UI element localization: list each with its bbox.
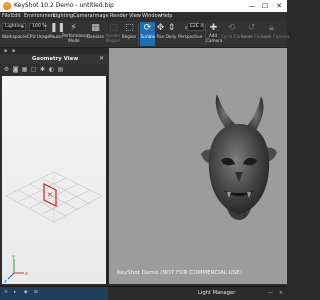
geometry-view-panel: ▪ ▪ Geometry View ✕ ⚙ ◙ ▦ ▢ ✱ ◐ ▤ ✕ x y … <box>0 48 108 286</box>
axis-gizmo: x y z <box>4 254 28 284</box>
z-axis-line <box>7 272 15 280</box>
lock-camera-icon: 🔒︎ <box>269 23 274 33</box>
dolly-label[interactable]: Dolly <box>164 34 178 39</box>
menu-environment[interactable]: Environment <box>24 13 56 20</box>
grid-icon[interactable]: ▦ <box>21 66 28 73</box>
demo-watermark: KeyShot Demo (NOT FOR COMMERCIAL USE) <box>117 270 243 276</box>
region-icon[interactable]: ⬚ <box>124 23 135 34</box>
view-icon[interactable]: ▤ <box>57 66 64 73</box>
geometry-view-title: Geometry View <box>32 56 79 62</box>
add-camera-label[interactable]: Add Camera <box>206 33 222 43</box>
reset-camera-label: Reset Camera <box>241 34 271 39</box>
menu-lighting[interactable]: Lighting <box>53 13 73 20</box>
toggle-icon[interactable]: ◐ <box>48 66 55 73</box>
light-manager-title[interactable]: Light Manager <box>198 290 235 297</box>
geometry-grid-svg: ✕ x y z <box>4 171 103 284</box>
cpu-usage-value: 100 % <box>32 24 47 29</box>
menu-file[interactable]: File <box>2 13 10 20</box>
pause-label[interactable]: Pause <box>48 34 63 39</box>
camera-icon[interactable]: ◙ <box>12 66 19 73</box>
x-axis-label: x <box>25 271 28 277</box>
cpu-usage-label: CPU Usage <box>27 34 50 39</box>
geometry-view-header: Geometry View ✕ <box>0 54 108 64</box>
window-title: KeyShot 10.2 Demo - untitled.bip <box>14 2 114 9</box>
toolbar-divider <box>138 24 139 45</box>
left-dock-tabs: ≡ ▸ ◆ ⊞ <box>0 287 108 300</box>
chevron-down-icon: ▾ <box>21 24 24 29</box>
menu-window[interactable]: Window <box>142 13 162 20</box>
cpu-usage-field[interactable]: 100 % <box>29 23 47 31</box>
demon-head-model <box>201 94 277 220</box>
y-axis-label: y <box>12 254 15 260</box>
ground-grid <box>5 171 103 223</box>
performance-mode-label[interactable]: Performance Mode <box>62 33 89 43</box>
fps-display: E2E 4 <box>187 23 204 31</box>
cycle-cameras-label: Cycle Cameras <box>221 34 253 39</box>
render-region-label: Render Region <box>105 33 121 43</box>
close-icon[interactable]: ✕ <box>99 55 104 63</box>
frame-icon[interactable]: ▢ <box>30 66 37 73</box>
maximize-button[interactable]: ☐ <box>259 0 271 12</box>
left-horn <box>215 94 235 130</box>
menu-image[interactable]: Image <box>93 13 109 20</box>
pause-icon[interactable]: ❚❚ <box>50 23 65 34</box>
keyshot-logo-icon <box>3 2 11 10</box>
camera-target-icon: ✕ <box>47 191 53 199</box>
dock-tab-4[interactable]: ⊞ <box>34 290 38 296</box>
menu-camera[interactable]: Camera <box>73 13 93 20</box>
pan-icon[interactable]: ✥ <box>155 23 166 34</box>
geometry-view-canvas[interactable]: ✕ x y z <box>2 76 106 284</box>
settings-icon[interactable]: ⚙ <box>3 66 10 73</box>
demon-face <box>208 124 270 216</box>
tumble-label[interactable]: Tumble <box>140 34 155 39</box>
close-button[interactable]: ✕ <box>273 0 285 12</box>
dock-tab-2[interactable]: ▸ <box>14 290 16 296</box>
bottom-bar: ≡ ▸ ◆ ⊞ Light Manager — ✕ <box>0 286 287 300</box>
denoise-label[interactable]: Denoise <box>86 34 105 39</box>
render-viewport[interactable]: KeyShot Demo (NOT FOR COMMERCIAL USE) <box>109 48 287 284</box>
light-manager-close[interactable]: ✕ <box>279 290 283 297</box>
workspaces-label[interactable]: Workspaces <box>2 34 27 39</box>
workspace-select[interactable]: Lighting ▾ <box>2 23 26 31</box>
cycle-cameras-icon: ⟲ <box>227 23 236 33</box>
menu-help[interactable]: Help <box>161 13 172 20</box>
menu-render[interactable]: Render <box>110 13 128 20</box>
menu-view[interactable]: View <box>129 13 141 20</box>
title-bar: KeyShot 10.2 Demo - untitled.bip — ☐ ✕ <box>0 0 287 12</box>
dolly-icon[interactable]: ⇕ <box>166 23 177 34</box>
denoise-icon[interactable]: ▦ <box>90 23 101 34</box>
geometry-view-toolbar: ⚙ ◙ ▦ ▢ ✱ ◐ ▤ <box>0 64 108 75</box>
z-axis-label: z <box>4 279 7 284</box>
menu-bar: File Edit Environment Lighting Camera Im… <box>0 12 287 21</box>
menu-edit[interactable]: Edit <box>11 13 21 20</box>
dock-tab-3[interactable]: ◆ <box>24 290 27 296</box>
fps-value: E2E 4 <box>190 24 204 29</box>
main-toolbar: Lighting ▾ Workspaces 100 % CPU Usage ❚❚… <box>0 21 290 48</box>
perspective-label[interactable]: Perspective <box>178 34 202 39</box>
region-label[interactable]: Region <box>121 34 137 39</box>
light-icon[interactable]: ✱ <box>39 66 46 73</box>
reset-camera-icon: ↺ <box>247 23 256 33</box>
tumble-icon[interactable]: ⟳ <box>142 23 153 34</box>
workspace-select-value: Lighting <box>5 24 24 29</box>
dock-tab-1[interactable]: ≡ <box>4 290 8 296</box>
lock-camera-label: Lock Camera <box>262 34 290 39</box>
light-manager-minimize[interactable]: — <box>268 290 273 297</box>
minimize-button[interactable]: — <box>246 0 258 12</box>
